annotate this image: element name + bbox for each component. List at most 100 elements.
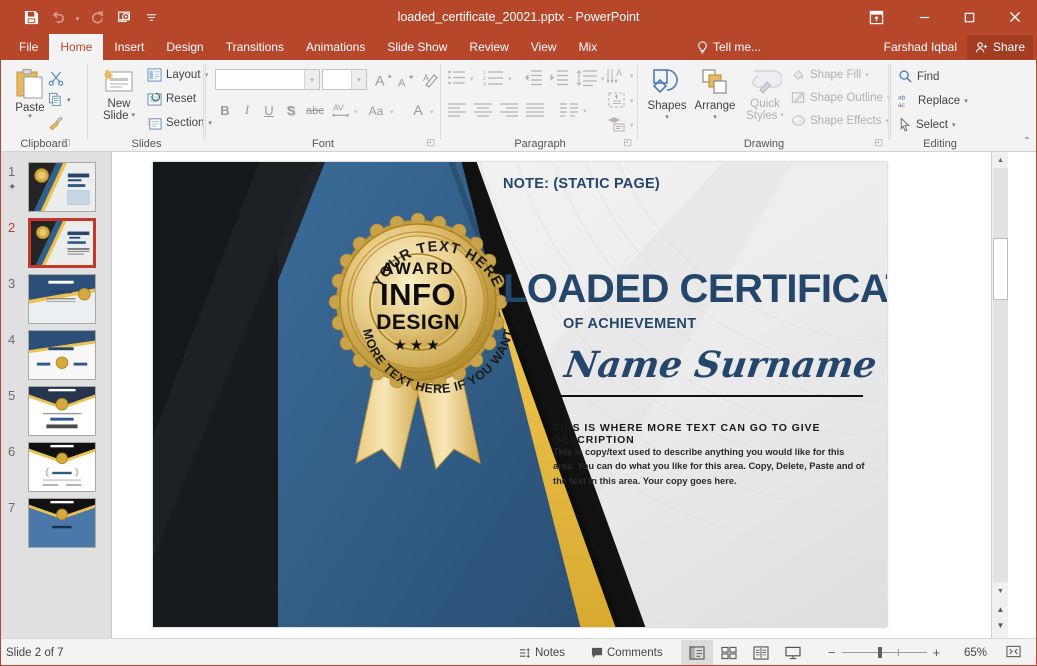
text-direction-button[interactable]: A [606,66,628,86]
decrease-indent-button[interactable] [522,68,544,88]
comments-button[interactable]: Comments [591,647,663,659]
align-right-button[interactable] [498,100,520,120]
align-text-button[interactable] [606,90,628,110]
maximize-icon[interactable] [947,0,992,34]
align-text-dropdown-icon[interactable]: ▾ [630,97,634,105]
tab-file[interactable]: File [8,34,49,60]
font-color-dropdown-icon[interactable]: ▾ [430,108,434,116]
close-icon[interactable] [992,0,1037,34]
scroll-up-icon[interactable]: ▲ [993,153,1008,168]
drawing-dialog-launcher[interactable]: ◰ [874,137,883,148]
scroll-down-icon[interactable]: ▼ [993,584,1008,599]
align-center-button[interactable] [472,100,494,120]
font-size-dropdown-icon[interactable]: ▾ [351,70,366,89]
current-slide[interactable]: AWARD ★★★ [153,162,887,627]
quick-styles-dropdown-icon[interactable]: ▾ [780,110,784,122]
line-spacing-dropdown-icon[interactable]: ▾ [601,75,605,83]
format-painter-button[interactable] [48,114,64,130]
font-name-combo[interactable]: ▾ [215,69,320,90]
increase-font-size-button[interactable]: A [373,70,393,90]
new-slide-button[interactable]: New Slide ▾ [95,68,143,122]
text-direction-dropdown-icon[interactable]: ▾ [630,72,634,80]
smartart-dropdown-icon[interactable]: ▾ [630,121,634,129]
shape-fill-button[interactable]: Shape Fill ▾ [791,68,869,82]
copy-button[interactable]: ▾ [48,92,71,107]
thumbnail-image[interactable] [28,162,96,212]
tab-animations[interactable]: Animations [295,34,376,60]
change-case-button[interactable]: Aa [365,102,387,120]
text-shadow-button[interactable]: S [282,100,300,120]
zoom-slider-handle[interactable] [878,647,882,658]
strikethrough-button[interactable]: abc [304,102,326,120]
reading-view-button[interactable] [745,640,777,666]
copy-dropdown-icon[interactable]: ▾ [67,96,71,104]
zoom-out-button[interactable]: − [828,645,836,660]
cut-button[interactable] [48,70,64,86]
numbering-button[interactable]: 123 [482,68,506,88]
previous-slide-icon[interactable]: ▲ [993,602,1008,616]
tab-view[interactable]: View [520,34,568,60]
thumbnail-slide-1[interactable]: 1 ✦ [0,162,112,218]
next-slide-icon[interactable]: ▼ [993,618,1008,632]
thumbnail-slide-7[interactable]: 7 [0,498,112,554]
character-spacing-dropdown-icon[interactable]: ▾ [354,108,358,116]
shape-fill-dropdown-icon[interactable]: ▾ [865,71,869,79]
thumbnail-image[interactable] [28,442,96,492]
scroll-thumb[interactable] [993,238,1008,300]
clear-formatting-button[interactable]: A [421,70,441,90]
share-button[interactable]: Share [967,35,1033,59]
thumbnail-slide-4[interactable]: 4 [0,330,112,386]
shapes-dropdown-icon[interactable]: ▾ [665,112,669,124]
columns-dropdown-icon[interactable]: ▾ [583,107,587,115]
thumbnail-slide-5[interactable]: 5 [0,386,112,442]
align-left-button[interactable] [446,100,468,120]
slide-position-indicator[interactable]: Slide 2 of 7 [6,647,64,659]
font-dialog-launcher[interactable]: ◰ [426,137,435,148]
shape-effects-button[interactable]: Shape Effects ▾ [791,114,889,128]
underline-button[interactable]: U [260,100,278,120]
bullets-button[interactable] [446,68,468,88]
select-button[interactable]: Select ▾ [898,117,955,132]
find-button[interactable]: Find [898,69,939,84]
tab-review[interactable]: Review [458,34,519,60]
quick-styles-button[interactable]: Quick Styles ▾ [743,68,787,122]
italic-button[interactable]: I [238,100,256,120]
bold-button[interactable]: B [216,100,234,120]
convert-to-smartart-button[interactable] [606,114,628,134]
paste-button[interactable]: Paste ▾ [8,68,52,120]
clipboard-dialog-launcher[interactable]: ◰ [62,137,71,148]
thumbnail-slide-3[interactable]: 3 [0,274,112,330]
paragraph-dialog-launcher[interactable]: ◰ [623,137,632,148]
font-size-value[interactable] [323,70,351,89]
zoom-control[interactable]: − + [828,645,940,660]
thumbnail-image[interactable] [28,386,96,436]
arrange-dropdown-icon[interactable]: ▾ [713,112,717,124]
font-color-button[interactable]: A [409,100,427,120]
reset-button[interactable]: Reset [147,92,196,106]
thumbnail-image[interactable] [28,498,96,548]
replace-dropdown-icon[interactable]: ▾ [964,97,968,105]
thumbnail-slide-2[interactable]: 2 [0,218,112,274]
tell-me-box[interactable]: Tell me... [697,34,761,60]
slide-show-button[interactable] [777,640,809,666]
character-spacing-button[interactable]: AV [330,100,352,120]
font-name-value[interactable] [216,70,304,89]
ribbon-display-options-icon[interactable] [856,0,896,34]
zoom-percentage[interactable]: 65% [964,647,987,659]
scroll-track[interactable] [993,168,1008,582]
new-slide-dropdown-icon[interactable]: ▾ [132,110,136,122]
thumbnail-slide-6[interactable]: 6 [0,442,112,498]
zoom-in-button[interactable]: + [933,645,941,660]
slide-sorter-button[interactable] [713,640,745,666]
zoom-slider[interactable] [842,652,927,653]
slide-vertical-scrollbar[interactable]: ▲ ▼ ▲ ▼ [991,152,1008,638]
select-dropdown-icon[interactable]: ▾ [952,121,956,129]
thumbnail-image[interactable] [28,218,96,268]
font-name-dropdown-icon[interactable]: ▾ [304,70,319,89]
font-size-combo[interactable]: ▾ [322,69,367,90]
change-case-dropdown-icon[interactable]: ▾ [390,108,394,116]
tab-slide-show[interactable]: Slide Show [376,34,458,60]
collapse-ribbon-button[interactable]: ⌃ [1023,136,1031,147]
account-name[interactable]: Farshad Iqbal [884,34,957,60]
columns-button[interactable] [558,100,580,120]
